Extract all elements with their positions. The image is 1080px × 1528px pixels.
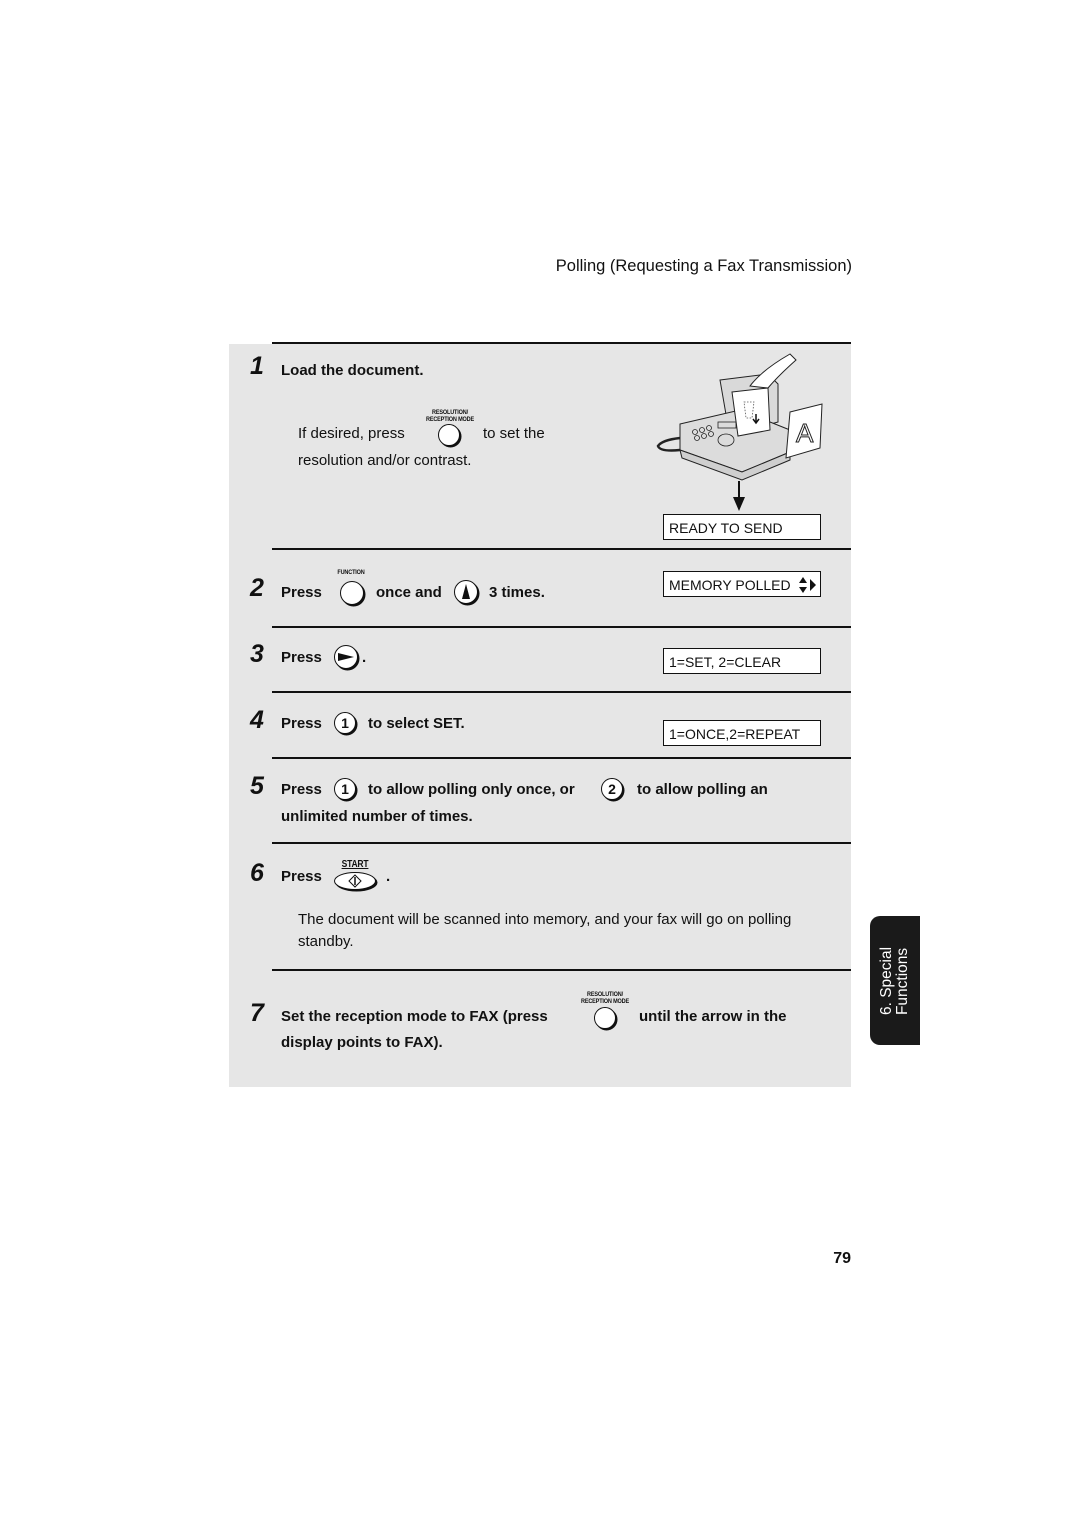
step-number: 2 bbox=[250, 574, 264, 602]
step-body-text: If desired, press bbox=[298, 425, 405, 442]
top-rule bbox=[272, 342, 851, 344]
down-arrow-icon bbox=[733, 481, 745, 511]
resolution-reception-mode-key-icon bbox=[594, 1007, 616, 1029]
fax-machine-illustration: A bbox=[656, 353, 823, 481]
step-text: display points to FAX). bbox=[281, 1034, 443, 1051]
step-text: once and bbox=[376, 584, 442, 601]
step-text: Press bbox=[281, 781, 322, 798]
step-text: to select SET. bbox=[368, 715, 465, 732]
up-arrow-key-icon bbox=[454, 580, 478, 604]
number-2-key-icon: 2 bbox=[601, 778, 623, 800]
lcd-display: 1=SET, 2=CLEAR bbox=[663, 648, 821, 674]
start-key-label: START bbox=[341, 859, 369, 870]
function-key-icon bbox=[340, 581, 364, 605]
lcd-display: 1=ONCE,2=REPEAT bbox=[663, 720, 821, 746]
scroll-arrows-icon bbox=[799, 577, 816, 593]
step-body-text: resolution and/or contrast. bbox=[298, 452, 472, 469]
step-body-text: The document will be scanned into memory… bbox=[298, 911, 792, 928]
page-number: 79 bbox=[833, 1250, 851, 1267]
step-text: . bbox=[362, 649, 367, 666]
step-title: Load the document. bbox=[281, 362, 424, 379]
step-text: unlimited number of times. bbox=[281, 808, 473, 825]
step-text: to allow polling only once, or bbox=[368, 781, 575, 798]
step-body-text: to set the bbox=[483, 425, 545, 442]
divider bbox=[272, 691, 851, 693]
step-number: 6 bbox=[250, 859, 264, 887]
step-number: 4 bbox=[250, 706, 264, 734]
divider bbox=[272, 548, 851, 550]
step-number: 3 bbox=[250, 640, 264, 668]
step-text: 3 times. bbox=[489, 584, 545, 601]
lcd-display: READY TO SEND bbox=[663, 514, 821, 540]
number-1-key-icon: 1 bbox=[334, 712, 356, 734]
resolution-key-label: RESOLUTION/RECEPTION MODE bbox=[426, 409, 474, 423]
step-body-text: standby. bbox=[298, 933, 354, 950]
step-text: Press bbox=[281, 715, 322, 732]
step-text: to allow polling an bbox=[637, 781, 768, 798]
start-key-icon bbox=[334, 872, 376, 890]
page-header-title: Polling (Requesting a Fax Transmission) bbox=[555, 257, 852, 275]
step-number: 7 bbox=[250, 999, 264, 1027]
step-text: until the arrow in the bbox=[639, 1008, 787, 1025]
chapter-tab: 6. Special Functions bbox=[870, 916, 920, 1045]
paper-letter: A bbox=[796, 418, 814, 448]
step-text: Press bbox=[281, 868, 322, 885]
number-1-key-icon: 1 bbox=[334, 778, 356, 800]
lcd-display: MEMORY POLLED bbox=[663, 571, 821, 597]
divider bbox=[272, 626, 851, 628]
step-text: . bbox=[386, 868, 391, 885]
right-arrow-key-icon bbox=[334, 645, 358, 669]
resolution-reception-mode-key-icon bbox=[438, 424, 460, 446]
divider bbox=[272, 757, 851, 759]
step-number: 5 bbox=[250, 772, 264, 800]
function-key-label: FUNCTION bbox=[337, 569, 365, 576]
step-text: Press bbox=[281, 584, 322, 601]
resolution-key-label: RESOLUTION/RECEPTION MODE bbox=[581, 991, 629, 1005]
divider bbox=[272, 842, 851, 844]
divider bbox=[272, 969, 851, 971]
step-text: Press bbox=[281, 649, 322, 666]
chapter-tab-label: 6. Special Functions bbox=[878, 946, 911, 1015]
step-number: 1 bbox=[250, 352, 264, 380]
step-text: Set the reception mode to FAX (press bbox=[281, 1008, 548, 1025]
